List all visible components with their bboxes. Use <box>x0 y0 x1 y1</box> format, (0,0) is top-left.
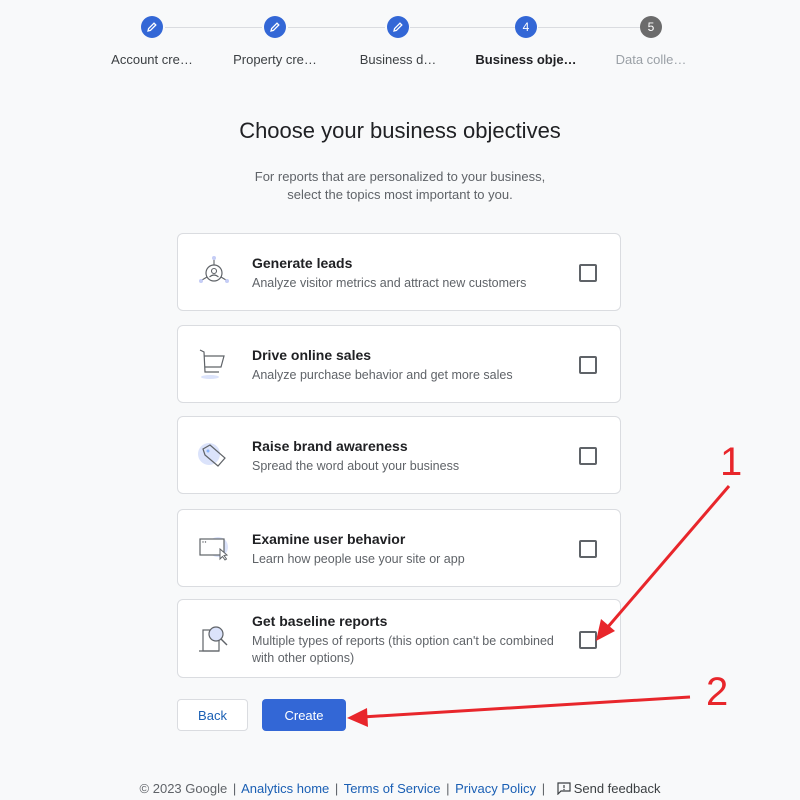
step-label: Business d… <box>359 52 437 67</box>
objective-description: Analyze purchase behavior and get more s… <box>252 368 513 382</box>
tag-icon <box>196 436 236 476</box>
shopping-cart-icon <box>196 346 236 386</box>
analytics-home-link[interactable]: Analytics home <box>241 781 329 796</box>
pencil-icon <box>147 22 157 32</box>
footer-separator: | <box>446 781 450 796</box>
step-completed-badge <box>141 16 163 38</box>
step-completed-badge <box>264 16 286 38</box>
annotation-arrow-1 <box>605 485 731 629</box>
step-label: Business obje… <box>475 52 577 67</box>
objective-checkbox[interactable] <box>579 447 597 465</box>
objective-checkbox[interactable] <box>579 540 597 558</box>
step-completed-badge <box>387 16 409 38</box>
objective-checkbox[interactable] <box>579 356 597 374</box>
step-label: Data colle… <box>615 52 687 67</box>
step-label: Account cre… <box>111 52 193 67</box>
footer: © 2023 Google | Analytics home | Terms o… <box>0 781 800 796</box>
page-subtitle: For reports that are personalized to you… <box>0 168 800 204</box>
objective-card-generate-leads[interactable]: Generate leads Analyze visitor metrics a… <box>177 233 621 311</box>
step-property-creation[interactable]: Property cre… <box>215 16 335 67</box>
step-label: Property cre… <box>233 52 317 67</box>
terms-of-service-link[interactable]: Terms of Service <box>344 781 441 796</box>
objective-card-drive-online-sales[interactable]: Drive online sales Analyze purchase beha… <box>177 325 621 403</box>
objective-card-raise-brand-awareness[interactable]: Raise brand awareness Spread the word ab… <box>177 416 621 494</box>
step-business-objectives[interactable]: 4 Business obje… <box>466 16 586 67</box>
objective-title: Raise brand awareness <box>252 438 408 454</box>
footer-separator: | <box>334 781 339 796</box>
report-magnifier-icon <box>196 620 236 660</box>
back-button[interactable]: Back <box>177 699 248 731</box>
setup-stepper: Account cre… Property cre… Business d… 4… <box>0 0 800 80</box>
step-business-details[interactable]: Business d… <box>338 16 458 67</box>
objective-title: Examine user behavior <box>252 531 406 547</box>
pencil-icon <box>393 22 403 32</box>
subtitle-line: For reports that are personalized to you… <box>254 169 546 184</box>
page-title: Choose your business objectives <box>239 118 561 143</box>
step-number-badge: 5 <box>640 16 662 38</box>
objective-checkbox[interactable] <box>579 264 597 282</box>
objective-description: Learn how people use your site or app <box>252 552 465 566</box>
objective-description: Multiple types of reports (this option c… <box>252 634 554 665</box>
leads-icon <box>196 253 236 293</box>
objective-title: Drive online sales <box>252 347 372 363</box>
objective-card-get-baseline-reports[interactable]: Get baseline reports Multiple types of r… <box>177 599 621 678</box>
step-data-collection: 5 Data colle… <box>591 16 711 67</box>
feedback-icon <box>557 782 571 795</box>
create-button[interactable]: Create <box>262 699 346 731</box>
footer-separator: | <box>232 781 237 796</box>
objective-title: Generate leads <box>252 255 353 271</box>
privacy-policy-link[interactable]: Privacy Policy <box>455 781 536 796</box>
objective-description: Spread the word about your business <box>252 459 460 473</box>
annotation-label-1: 1 <box>720 440 743 484</box>
send-feedback-link[interactable]: Send feedback <box>551 781 661 796</box>
send-feedback-label: Send feedback <box>573 781 661 796</box>
objective-card-examine-user-behavior[interactable]: Examine user behavior Learn how people u… <box>177 509 621 587</box>
step-account-creation[interactable]: Account cre… <box>92 16 212 67</box>
annotation-label-2: 2 <box>706 670 729 714</box>
pencil-icon <box>270 22 280 32</box>
objective-checkbox[interactable] <box>579 631 597 649</box>
step-number-badge: 4 <box>515 16 537 38</box>
subtitle-line: select the topics most important to you. <box>287 187 513 202</box>
browser-cursor-icon <box>196 529 236 569</box>
footer-separator: | <box>541 781 546 796</box>
objective-description: Analyze visitor metrics and attract new … <box>252 276 527 290</box>
annotation-arrow-2 <box>361 695 691 719</box>
annotation-arrowhead-2 <box>347 708 368 727</box>
objective-title: Get baseline reports <box>252 613 388 629</box>
copyright-text: © 2023 Google <box>139 781 228 796</box>
